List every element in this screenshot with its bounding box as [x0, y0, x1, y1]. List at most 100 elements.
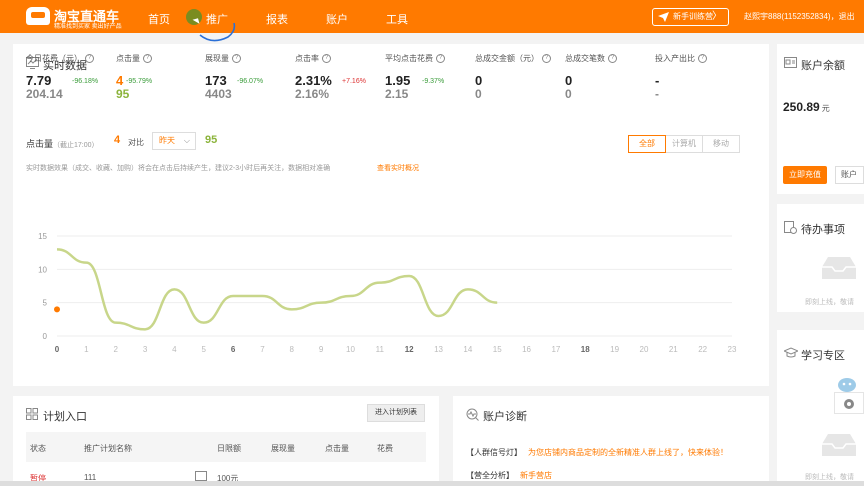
metric-label-text: 总成交笔数 — [565, 54, 605, 63]
clicks-prev: 95 — [205, 134, 218, 146]
metric-label-text: 投入产出比 — [655, 54, 695, 63]
x-tick-label: 19 — [610, 345, 619, 354]
empty-tray-icon — [822, 257, 856, 279]
metric-prev-value: 204.14 — [26, 87, 63, 101]
col-cost: 花费 — [377, 444, 393, 453]
compare-select[interactable]: 昨天 ⌵ — [152, 132, 196, 150]
clicks-today: 4 — [114, 134, 121, 146]
metric-prev-value: 2.15 — [385, 87, 409, 101]
logo[interactable]: 淘宝直通车 精准找到买家 卖出好产品 — [26, 5, 122, 30]
newbie-training-button[interactable]: 新手训练营 〉 — [652, 8, 729, 26]
plan-title: 计划入口 — [43, 411, 87, 423]
diagnosis-item[interactable]: 【人群信号灯】 为您店铺内商品定制的全新精准人群上线了，快来体验！ — [466, 447, 728, 458]
diagnosis-text: 新手营店 — [520, 471, 552, 480]
metric-change: -9.37% — [422, 78, 445, 85]
clipboard-clock-icon — [784, 221, 797, 234]
diagnosis-tag: 【营全分析】 — [466, 471, 514, 480]
toggle-pc[interactable]: 计算机 — [665, 135, 703, 153]
diagnosis-text: 为您店铺内商品定制的全新精准人群上线了，快来体验！ — [528, 448, 728, 457]
help-question-icon[interactable]: ? — [436, 54, 445, 64]
x-tick-label: 21 — [669, 345, 678, 354]
todo-title: 待办事项 — [801, 224, 845, 236]
x-tick-label: 3 — [143, 345, 148, 354]
x-tick-label: 14 — [463, 345, 472, 354]
metric-label: 总成交金额（元）? — [475, 53, 551, 64]
x-tick-label: 6 — [231, 345, 236, 354]
metric-label: 展现量? — [205, 53, 241, 64]
x-tick-label: 5 — [202, 345, 207, 354]
feedback-icon — [844, 399, 854, 409]
nav-reports[interactable]: 报表 — [266, 11, 288, 27]
nav-home[interactable]: 首页 — [148, 11, 170, 27]
x-tick-label: 9 — [319, 345, 324, 354]
series-line-yesterday — [56, 248, 498, 331]
metric-label: 点击量? — [116, 53, 152, 64]
balance-value: 250.89 元 — [783, 100, 830, 114]
metric-value: 7.79 — [26, 73, 52, 88]
realtime-overview-link[interactable]: 查看实时概况 — [377, 163, 419, 173]
metric-change: -95.79% — [126, 78, 153, 85]
floating-tool-button[interactable] — [834, 392, 864, 414]
toggle-mobile[interactable]: 移动 — [702, 135, 740, 153]
help-question-icon[interactable]: ? — [322, 54, 331, 64]
plan-list-button[interactable]: 进入计划列表 — [367, 404, 425, 422]
x-tick-label: 12 — [405, 345, 414, 354]
metric-label-text: 展现量 — [205, 54, 229, 63]
clicks-line-chart: 0510150 1 2 3 4 5 6 7 8 9 10 11 12 13 14 15 16 17 18 19 20 21… — [38, 232, 737, 354]
chevron-down-icon: ⌵ — [183, 136, 190, 145]
compare-label: 对比 — [128, 138, 144, 147]
annotation-scribble — [199, 23, 236, 42]
diagnosis-item[interactable]: 【营全分析】 新手营店 — [466, 470, 552, 481]
wallet-icon — [784, 57, 797, 68]
account-button[interactable]: 账户 — [835, 166, 864, 184]
balance-unit: 元 — [821, 104, 830, 113]
x-tick-label: 0 — [55, 345, 60, 354]
metric-value: 2.31% — [295, 73, 332, 88]
balance-amount: 250.89 — [783, 100, 820, 114]
help-question-icon[interactable]: ? — [232, 54, 241, 64]
metric-value: 0 — [475, 73, 483, 88]
help-question-icon[interactable]: ? — [608, 54, 617, 64]
horizontal-scrollbar[interactable] — [0, 481, 864, 486]
metric-value: 1.95 — [385, 73, 411, 88]
help-question-icon[interactable]: ? — [698, 54, 707, 64]
clicks-label-text: 点击量 — [26, 139, 54, 149]
col-plan-name: 推广计划名称 — [84, 444, 132, 453]
help-question-icon[interactable]: ? — [143, 54, 152, 64]
nav-account[interactable]: 账户 — [326, 11, 348, 27]
metric-prev-value: 4403 — [205, 87, 232, 101]
metric-label: 投入产出比? — [655, 53, 707, 64]
chevron-right-icon: 〉 — [712, 11, 722, 22]
nav-tools[interactable]: 工具 — [386, 11, 408, 27]
compare-option: 昨天 — [159, 136, 175, 145]
help-question-icon[interactable]: ? — [542, 54, 551, 64]
help-question-icon[interactable]: ? — [85, 54, 94, 64]
metric-label-text: 平均点击花费 — [385, 54, 433, 63]
logo-subtitle: 精准找到买家 卖出好产品 — [54, 24, 122, 30]
edit-icon[interactable] — [195, 471, 207, 481]
metric-value: 0 — [565, 73, 573, 88]
y-tick-label: 5 — [43, 299, 48, 308]
pulse-search-icon — [466, 408, 479, 421]
metric-change: -96.07% — [237, 78, 264, 85]
metric-label: 点击率? — [295, 53, 331, 64]
x-tick-label: 20 — [640, 345, 649, 354]
x-tick-label: 2 — [113, 345, 118, 354]
car-logo-icon — [26, 7, 50, 25]
col-status: 状态 — [30, 444, 46, 453]
metric-prev-value: 2.16% — [295, 87, 330, 101]
y-tick-label: 0 — [43, 332, 48, 341]
x-tick-label: 1 — [84, 345, 89, 354]
empty-tray-icon — [822, 434, 856, 456]
x-tick-label: 13 — [434, 345, 443, 354]
toggle-all[interactable]: 全部 — [628, 135, 666, 153]
user-info[interactable]: 赵熙宇888(1152352834)，退出 — [744, 11, 855, 22]
recharge-button[interactable]: 立即充值 — [783, 166, 827, 184]
col-clicks: 点击量 — [325, 444, 349, 453]
x-tick-label: 17 — [551, 345, 560, 354]
col-daily-limit: 日限额 — [217, 444, 241, 453]
realtime-note: 实时数据效果（成交、收藏、加购）将会在点击后持续产生，建议2-3小时后再关注，数… — [26, 165, 331, 172]
metric-label: 今日花费（元）? — [26, 53, 94, 64]
metric-value: 4 — [116, 73, 124, 88]
metric-prev-value: 0 — [475, 87, 482, 101]
